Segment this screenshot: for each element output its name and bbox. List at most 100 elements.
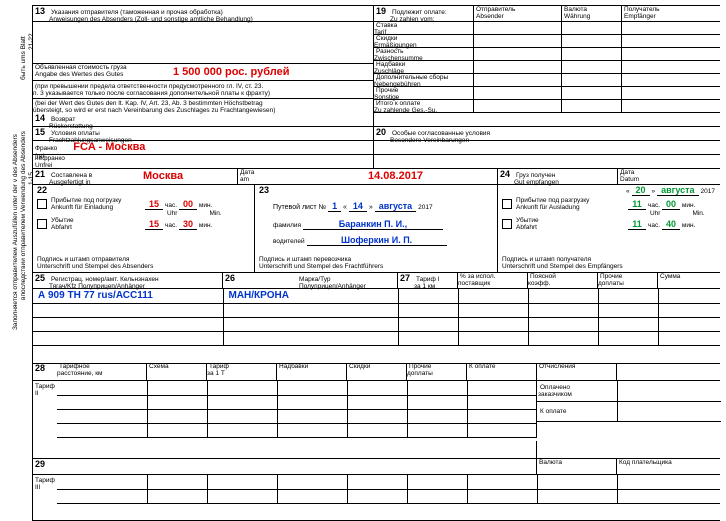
box-26-ru: Марка/Тур [239,276,333,283]
b29-left: Тариф [35,477,55,484]
b28-left: Тариф [35,383,55,390]
b22-m: мин. [199,202,213,209]
box-13-ru: Указания отправителя (таможенная и проча… [49,9,225,16]
box-22-num: 22 [35,185,49,195]
box-21-ru: Составлена в [49,172,94,179]
b24-dep-de: Abfahrt [516,224,537,231]
b13b-de: Angabe des Wertes des Gutes [33,71,125,78]
box-27-ru: Тариф I [414,276,442,283]
b24-dateru: Дата [618,169,636,176]
b28-c4: Надбавки [277,363,310,370]
grid-28-left [57,381,537,438]
box-26-num: 26 [223,273,237,283]
b24-datede: Datum [618,176,641,183]
b22-dep-h: 15 [145,219,163,230]
box-14-ru: Возврат [49,116,77,123]
b23-sig-de: Unterschrift und Stempel des Frachtführe… [259,263,383,270]
box-25-num: 25 [33,273,47,283]
b19-r4: Дополнительные сборы Nebengebühren [374,74,448,88]
b21-date-ru: Дата [238,169,256,176]
b15-val: FCA - Москва [73,141,145,153]
b24-arr-m: 00 [662,199,680,210]
box-27-num: 27 [398,273,412,283]
b24-y: 2017 [701,188,715,195]
b29-c2: Код плательщика [617,459,674,466]
b22-dep-de: Abfahrt [51,224,72,231]
b27-c1: % за испол. поставщик [458,273,495,287]
b27-c3: Прочие доплаты [598,273,626,287]
b21-date: 14.08.2017 [368,170,423,182]
b19-r1: Скидки Ermäßigungen [374,35,419,49]
b19-c2d: Währung [562,13,592,20]
b19-c3d: Empfänger [622,13,658,20]
b23-name2: Шоферкин И. П. [307,235,447,246]
b22-arr-de: Ankunft für Einladung [51,204,113,211]
b19-r6: Итого к оплате Zu zahlende Ges.-Su. [374,100,439,114]
side-txt3: Заполняется отправителем Auszufüllen unt… [12,134,19,330]
b23-y: 2017 [418,204,432,211]
b24-day: 20 [632,185,650,196]
b28-c5: Скидки [347,363,372,370]
box-25-ru: Регистрац. номер/амт. Кельнзнахен [49,276,161,283]
b13b-ru: Объявленная стоимость груза [33,64,129,71]
declared-value: 1 500 000 рос. рублей [173,66,289,78]
b22-dep-ru: Убытие [51,217,74,224]
b22-sig-ru: Подпись и штамп отправителя [37,256,129,263]
b22-h: час. [165,202,177,209]
b24-sig-de: Unterschrift und Stempel des Empfängers [502,263,623,270]
b23-mo: 14 [349,201,367,212]
b19-c2r: Валюта [562,6,589,13]
box-19-num: 19 [374,6,388,16]
b22-arr-h: 15 [145,199,163,210]
box-23-num: 23 [257,185,271,195]
b28-c3: Тариф за 1 Т [207,363,229,377]
b23-moname: августа [375,201,417,212]
b22-dep-m: 30 [179,219,197,230]
b23-sig-ru: Подпись и штамп перевозчика [259,256,351,263]
b15-uf-ru: нефранко [33,155,67,162]
b24-arr-h: 11 [628,199,646,210]
b29-c1: Валюта [537,459,564,466]
b25-val: А 909 ТН 77 rus/АСС111 [34,290,153,301]
b22-hd: Uhr [167,210,177,217]
box-28-num: 28 [33,363,47,373]
box-21-num: 21 [33,169,47,179]
b27-c2: Поясной коэфф. [528,273,556,287]
b24-arr-ru: Прибытие под разгрузку [516,197,589,204]
b28-c1: Тарифное расстояние, км [57,363,105,377]
box-20-num: 20 [374,127,388,137]
b13b-note-ru: (при превышении предела ответственности … [33,83,272,97]
b28-r2: Оплачено заказчиком [538,384,574,398]
b24-dep-ru: Убытие [516,217,539,224]
b24-sig-ru: Подпись и штамп получателя [502,256,591,263]
checkbox-departure[interactable] [37,219,47,229]
b22-sig-de: Unterschrift und Stempel des Absenders [37,263,153,270]
b28-c2: Схема [147,363,171,370]
b24-mon: августа [657,185,699,196]
b29-leftde: III [35,484,40,491]
b19-c3r: Получатель [622,6,662,13]
box-14-num: 14 [33,113,47,123]
b15-fr-ru: Франко [33,145,59,152]
box-15-num: 15 [33,127,47,137]
checkbox-arrival[interactable] [37,199,47,209]
b28-c6: Прочие доплаты [407,363,435,377]
b19-r3: Надбавки Zuschläge [374,61,406,75]
b26-val: МАН/КРОНА [225,290,289,301]
b23-way: Путевой лист № [273,204,326,211]
checkbox-arrival-unload[interactable] [502,199,512,209]
form-sheet: 13 Указания отправителя (таможенная и пр… [32,5,720,521]
grid-25-26-27: А 909 ТН 77 rus/АСС111 МАН/КРОНА [33,289,720,364]
b22-arr-m: 00 [179,199,197,210]
grid-28-right: Оплачено заказчиком К оплате [537,381,721,422]
b28-r3: К оплате [538,408,569,415]
checkbox-departure-unload[interactable] [502,219,512,229]
b24-arr-de: Ankunft für Ausladung [516,204,580,211]
b19-r2: Разность Zwischensumme [374,48,425,62]
b19-r5: Прочие Sonstige [374,87,401,101]
b19-c1d: Absender [474,13,506,20]
box-15-ru: Условия оплаты [49,130,102,137]
b24-dep-h: 11 [628,219,646,230]
b23-d: 1 [328,201,341,212]
b13b-note-de: (bei der Wert des Gutes den lt. Kap. IV,… [33,100,277,114]
